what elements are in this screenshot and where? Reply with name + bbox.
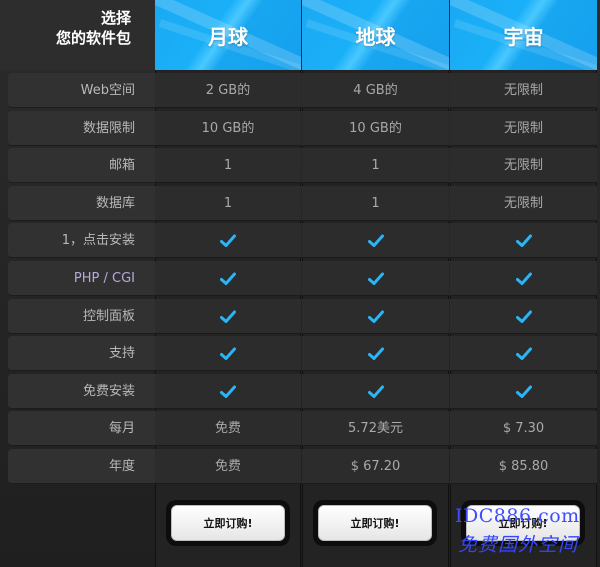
check-icon [515, 234, 532, 247]
check-icon [515, 310, 532, 323]
feature-cell [302, 374, 449, 409]
feature-cell [155, 336, 301, 371]
value-cell: $ 7.30 [450, 411, 597, 446]
check-icon [367, 347, 384, 360]
order-button-moon[interactable]: 立即订购! [171, 505, 285, 541]
value-cell: 1 [155, 186, 301, 221]
row-label: 控制面板 [8, 299, 155, 334]
plan-header-earth: 地球 [302, 0, 449, 70]
feature-cell [155, 261, 301, 296]
plan-name: 宇宙 [503, 24, 544, 49]
table-row: 每月 免费 5.72美元 $ 7.30 [8, 411, 597, 446]
table-row: 控制面板 [8, 299, 597, 334]
row-label: 年度 [8, 449, 155, 484]
row-label: PHP / CGI [8, 261, 155, 296]
check-icon [220, 310, 236, 323]
table-row: 免费安装 [8, 374, 597, 409]
value-cell: 10 GB的 [155, 111, 301, 146]
check-icon [515, 385, 532, 398]
value-cell: 2 GB的 [155, 73, 301, 108]
feature-cell [155, 299, 301, 334]
value-cell: 无限制 [450, 148, 597, 183]
feature-cell [302, 261, 449, 296]
value-cell: 1 [155, 148, 301, 183]
table-row: PHP / CGI [8, 261, 597, 296]
watermark-domain: IDC886.com [455, 505, 580, 527]
header-line-1: 选择 [100, 9, 131, 27]
row-label: Web空间 [8, 73, 155, 108]
feature-cell [450, 299, 597, 334]
order-button-frame-moon: 立即订购! [166, 500, 290, 546]
feature-cell [450, 223, 597, 258]
watermark-slogan: 免费国外空间 [458, 534, 579, 556]
row-label: 每月 [8, 411, 155, 446]
check-icon [367, 234, 384, 247]
order-button-frame-earth: 立即订购! [313, 500, 437, 546]
value-cell: 免费 [155, 411, 301, 446]
table-row: 支持 [8, 336, 597, 371]
check-icon [220, 272, 236, 285]
row-label: 邮箱 [8, 148, 155, 183]
value-cell: 无限制 [450, 111, 597, 146]
feature-cell [302, 223, 449, 258]
value-cell: 10 GB的 [302, 111, 449, 146]
table-row: Web空间 2 GB的 4 GB的 无限制 [8, 73, 597, 108]
value-cell: 免费 [155, 449, 301, 484]
feature-cell [155, 374, 301, 409]
value-cell: 无限制 [450, 73, 597, 108]
table-row: 年度 免费 $ 67.20 $ 85.80 [8, 449, 597, 484]
value-cell: 无限制 [450, 186, 597, 221]
value-cell: 1 [302, 186, 449, 221]
order-button-earth[interactable]: 立即订购! [318, 505, 432, 541]
value-cell: 1 [302, 148, 449, 183]
plan-name: 地球 [355, 24, 396, 49]
row-label: 免费安装 [8, 374, 155, 409]
feature-cell [450, 374, 597, 409]
value-cell: $ 67.20 [302, 449, 449, 484]
table-row: 1，点击安装 [8, 223, 597, 258]
header-line-2: 您的软件包 [55, 29, 131, 47]
value-cell: 4 GB的 [302, 73, 449, 108]
plan-header-universe: 宇宙 [450, 0, 597, 70]
plan-name: 月球 [208, 24, 248, 49]
table-row: 数据限制 10 GB的 10 GB的 无限制 [8, 111, 597, 146]
feature-cell [450, 336, 597, 371]
feature-cell [155, 223, 301, 258]
check-icon [367, 385, 384, 398]
check-icon [515, 347, 532, 360]
plan-header-moon: 月球 [155, 0, 301, 70]
check-icon [515, 272, 532, 285]
row-label: 支持 [8, 336, 155, 371]
feature-cell [450, 261, 597, 296]
check-icon [220, 347, 236, 360]
feature-cell [302, 336, 449, 371]
check-icon [367, 272, 384, 285]
row-label: 1，点击安装 [8, 223, 155, 258]
feature-cell [302, 299, 449, 334]
row-label: 数据库 [8, 186, 155, 221]
check-icon [220, 234, 236, 247]
table-row: 邮箱 1 1 无限制 [8, 148, 597, 183]
pricing-table: 选择 您的软件包 月球 地球 宇宙 Web空间 2 GB的 4 GB的 无限制 数据限制… [0, 0, 600, 567]
check-icon [220, 385, 236, 398]
table-header-title: 选择 您的软件包 [0, 0, 155, 70]
value-cell: 5.72美元 [302, 411, 449, 446]
row-label: 数据限制 [8, 111, 155, 146]
table-row: 数据库 1 1 无限制 [8, 186, 597, 221]
check-icon [367, 310, 384, 323]
value-cell: $ 85.80 [450, 449, 597, 484]
